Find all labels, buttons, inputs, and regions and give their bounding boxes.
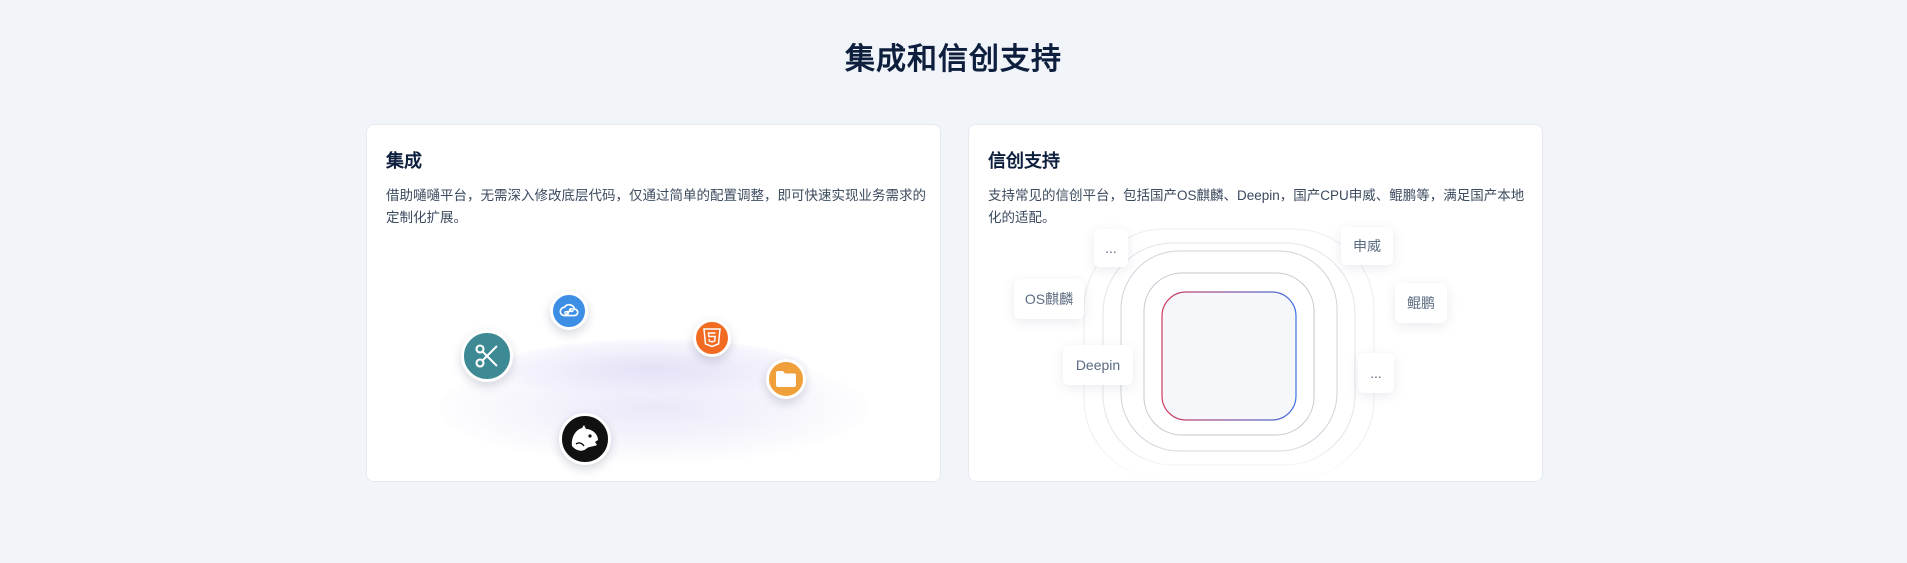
chip-os-kylin: OS麒麟 xyxy=(1014,279,1084,319)
cloud-link-icon xyxy=(550,292,588,330)
folder-icon xyxy=(766,359,806,399)
integration-card: 集成 借助嗵嗵平台，无需深入修改底层代码，仅通过简单的配置调整，即可快速实现业务… xyxy=(366,124,941,482)
chip-sunway: 申威 xyxy=(1341,227,1393,265)
xinchuang-illustration: ... 申威 OS麒麟 鲲鹏 Deepin ... xyxy=(969,125,1542,481)
wolf-icon xyxy=(559,413,611,465)
section-title: 集成和信创支持 xyxy=(845,43,1062,76)
chip-kunpeng: 鲲鹏 xyxy=(1395,283,1447,323)
chip-top-left-more: ... xyxy=(1094,229,1128,267)
scissors-icon xyxy=(461,330,513,382)
chip-deepin: Deepin xyxy=(1063,345,1133,385)
html5-icon xyxy=(693,319,731,357)
chip-bottom-right-more: ... xyxy=(1358,353,1394,393)
orbit-ellipse-inner xyxy=(499,339,809,399)
xinchuang-card: 信创支持 支持常见的信创平台，包括国产OS麒麟、Deepin，国产CPU申威、鲲… xyxy=(968,124,1543,482)
integration-illustration xyxy=(367,125,940,481)
